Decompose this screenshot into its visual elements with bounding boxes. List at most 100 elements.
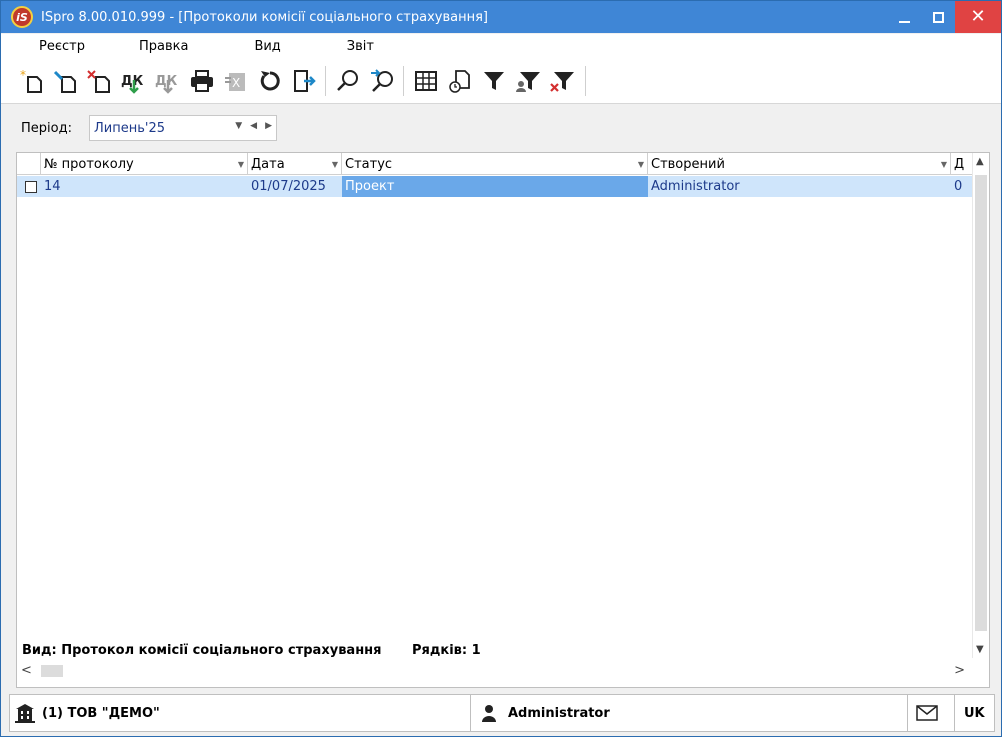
table-view-icon	[415, 71, 437, 91]
minimize-button[interactable]	[887, 1, 921, 33]
find-button[interactable]	[333, 66, 363, 96]
history-icon	[449, 70, 470, 93]
period-label: Період:	[21, 121, 72, 136]
print-icon	[191, 70, 213, 92]
menu-bar: Реєстр Правка Вид Звіт	[1, 34, 1001, 58]
find-next-button[interactable]	[367, 66, 397, 96]
window-title: ISpro 8.00.010.999 - [Протоколи комісії …	[41, 9, 488, 25]
toolbar-separator	[325, 66, 326, 96]
scroll-left-icon[interactable]: <	[21, 663, 32, 678]
sort-arrow-icon[interactable]: ▼	[941, 160, 947, 169]
create-icon: *	[20, 68, 42, 93]
edit-button[interactable]	[51, 66, 81, 96]
header-label: Створений	[651, 156, 725, 172]
company-building-icon	[15, 704, 35, 723]
company-name: (1) ТОВ "ДЕМО"	[42, 705, 160, 721]
header-label: Дата	[251, 156, 285, 172]
next-period-icon[interactable]: ▶	[265, 121, 272, 131]
table-view-button[interactable]	[411, 66, 441, 96]
scroll-down-icon[interactable]: ▼	[976, 644, 984, 655]
app-window: iS ISpro 8.00.010.999 - [Протоколи коміс…	[0, 0, 1002, 737]
header-label: Д	[954, 156, 965, 172]
post-button[interactable]: ДК	[119, 66, 149, 96]
messages-button[interactable]	[916, 695, 938, 731]
close-button[interactable]: ✕	[955, 1, 1001, 33]
menu-edit[interactable]: Правка	[135, 39, 192, 54]
edit-icon	[53, 70, 76, 93]
header-created-by[interactable]: Створений ▼	[648, 153, 951, 175]
mail-icon	[916, 705, 938, 721]
vertical-scroll-thumb[interactable]	[975, 175, 987, 631]
row-checkbox[interactable]	[25, 181, 37, 193]
menu-view[interactable]: Вид	[250, 39, 284, 54]
cell-status: Проект	[342, 176, 648, 197]
svg-text:ДК: ДК	[121, 74, 144, 89]
user-filter-icon	[516, 72, 540, 92]
status-divider	[907, 695, 908, 731]
post-icon: ДК	[121, 74, 144, 94]
prev-period-icon[interactable]: ◀	[250, 121, 257, 131]
exit-button[interactable]	[289, 66, 319, 96]
period-value: Липень'25	[94, 120, 165, 136]
period-arrows: ▼ ◀ ▶	[235, 121, 272, 131]
scroll-right-icon[interactable]: >	[954, 663, 965, 678]
svg-text:X: X	[232, 76, 240, 90]
horizontal-scrollbar[interactable]: < >	[17, 662, 989, 680]
title-bar: iS ISpro 8.00.010.999 - [Протоколи коміс…	[1, 1, 1001, 33]
delete-button[interactable]	[85, 66, 115, 96]
unpost-icon: ДК	[155, 74, 178, 94]
header-check-column	[17, 153, 41, 175]
sort-arrow-icon[interactable]: ▼	[238, 160, 244, 169]
maximize-button[interactable]	[921, 1, 955, 33]
print-button[interactable]	[187, 66, 217, 96]
unpost-button[interactable]: ДК	[153, 66, 183, 96]
grid-header: № протоколу ▼ Дата ▼ Статус ▼ Створений …	[17, 153, 973, 175]
sort-arrow-icon[interactable]: ▼	[638, 160, 644, 169]
company-section[interactable]: (1) ТОВ "ДЕМО"	[14, 695, 160, 731]
close-icon: ✕	[970, 6, 986, 27]
create-button[interactable]: *	[17, 66, 47, 96]
cell-created-by: Administrator	[651, 179, 740, 194]
status-divider	[954, 695, 955, 731]
svg-text:*: *	[20, 68, 26, 82]
exit-icon	[294, 70, 316, 92]
period-select[interactable]: Липень'25 ▼ ◀ ▶	[89, 115, 277, 141]
header-protocol-number[interactable]: № протоколу ▼	[41, 153, 248, 175]
svg-text:ДК: ДК	[155, 74, 178, 89]
app-logo-icon: iS	[11, 6, 33, 28]
find-next-icon	[371, 69, 393, 92]
dropdown-arrow-icon[interactable]: ▼	[235, 121, 242, 131]
toolbar-separator	[585, 66, 586, 96]
refresh-icon	[260, 71, 280, 91]
delete-icon	[87, 70, 110, 93]
history-button[interactable]	[445, 66, 475, 96]
table-row[interactable]: 14 01/07/2025 Проект Administrator 0	[17, 176, 973, 197]
user-section[interactable]: Administrator	[482, 695, 610, 731]
horizontal-scroll-thumb[interactable]	[41, 665, 63, 677]
header-extra[interactable]: Д	[951, 153, 973, 175]
cell-extra: 0	[954, 179, 963, 194]
header-status[interactable]: Статус ▼	[342, 153, 648, 175]
language-indicator[interactable]: UK	[964, 695, 985, 731]
cell-date: 01/07/2025	[251, 179, 326, 194]
clear-filter-button[interactable]	[547, 66, 577, 96]
grid-status-line: Вид: Протокол комісії соціального страху…	[22, 643, 481, 658]
toolbar: * ДК ДК X	[1, 58, 1001, 104]
vertical-scrollbar[interactable]: ▲ ▼	[972, 153, 989, 658]
sort-arrow-icon[interactable]: ▼	[332, 160, 338, 169]
export-icon: X	[225, 73, 245, 91]
export-button[interactable]: X	[221, 66, 251, 96]
menu-report[interactable]: Звіт	[343, 39, 378, 54]
clear-filter-icon	[550, 72, 574, 92]
filter-icon	[484, 72, 504, 90]
user-filter-button[interactable]	[513, 66, 543, 96]
header-date[interactable]: Дата ▼	[248, 153, 342, 175]
toolbar-separator	[403, 66, 404, 96]
find-icon	[337, 70, 358, 91]
refresh-button[interactable]	[255, 66, 285, 96]
filter-button[interactable]	[479, 66, 509, 96]
menu-registry[interactable]: Реєстр	[35, 39, 89, 54]
header-label: № протоколу	[44, 156, 134, 172]
header-label: Статус	[345, 156, 393, 172]
scroll-up-icon[interactable]: ▲	[976, 156, 984, 167]
